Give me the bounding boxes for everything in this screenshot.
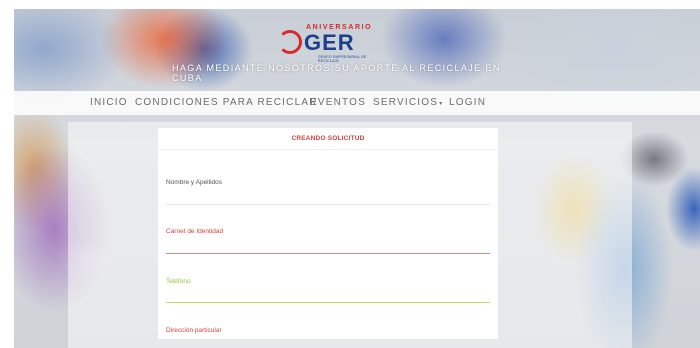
nav-item-servicios[interactable]: SERVICIOS▾ [373, 97, 443, 108]
nombre-label: Nombre y Apellidos [166, 179, 222, 186]
main-navbar: INICIO CONDICIONES PARA RECICLAR EVENTOS… [14, 91, 700, 115]
nav-item-condiciones[interactable]: CONDICIONES PARA RECICLAR [135, 97, 318, 108]
telefono-label: Teléfono [166, 278, 191, 285]
nav-item-eventos[interactable]: EVENTOS [310, 97, 366, 108]
solicitud-form: CREANDO SOLICITUD Nombre y Apellidos Car… [158, 128, 498, 339]
carnet-label: Carnet de Identidad [166, 228, 224, 235]
telefono-input[interactable] [166, 302, 490, 303]
nav-item-login[interactable]: LOGIN [449, 97, 486, 108]
chevron-down-icon: ▾ [439, 101, 444, 107]
carnet-input[interactable] [166, 253, 490, 254]
logo-subtitle: GRUPO EMPRESARIAL DE RECICLAJE [318, 55, 367, 63]
site-tagline: HAGA MEDIANTE NOSOTROS SU APORTE AL RECI… [172, 63, 501, 83]
direccion-label: Dirección particular [166, 327, 222, 334]
title-divider [158, 149, 498, 150]
nav-item-servicios-label: SERVICIOS [373, 97, 439, 108]
nombre-input[interactable] [166, 204, 490, 205]
logo-six-ring [278, 30, 302, 54]
nav-item-inicio[interactable]: INICIO [90, 97, 128, 108]
logo-brand: GER [304, 30, 355, 55]
ger-logo[interactable]: 60 ANIVERSARIO GER GRUPO EMPRESARIAL DE … [276, 24, 386, 64]
form-title: CREANDO SOLICITUD [291, 135, 365, 142]
